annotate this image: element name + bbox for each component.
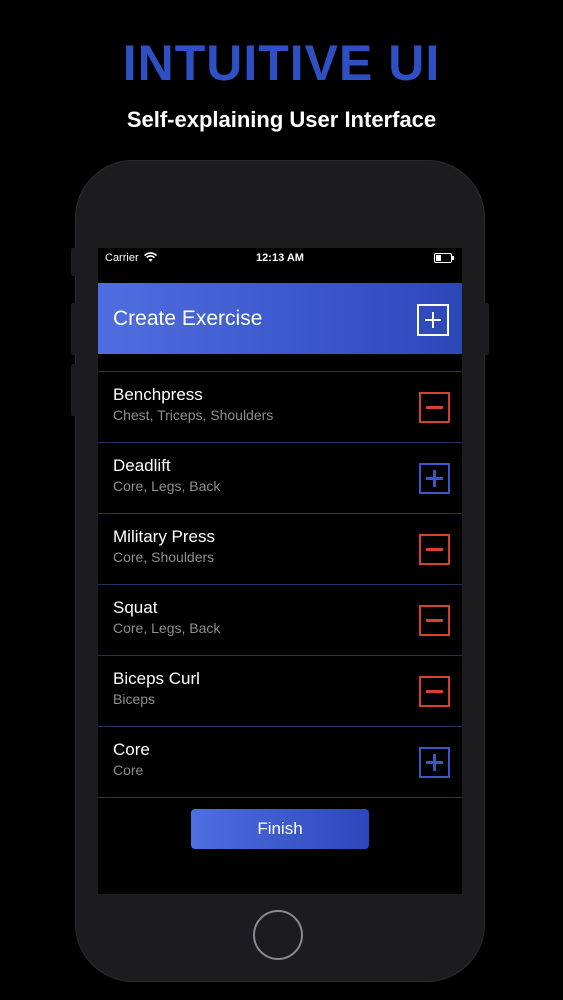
battery-icon bbox=[434, 253, 454, 263]
list-item[interactable]: Core Core bbox=[98, 727, 462, 798]
remove-exercise-button[interactable] bbox=[419, 605, 450, 636]
minus-icon bbox=[426, 619, 443, 622]
exercise-name: Military Press bbox=[113, 527, 216, 546]
add-exercise-button[interactable] bbox=[419, 463, 450, 494]
minus-icon bbox=[426, 690, 443, 693]
remove-exercise-button[interactable] bbox=[419, 676, 450, 707]
minus-icon bbox=[426, 406, 443, 409]
promo-subtitle: Self-explaining User Interface bbox=[126, 107, 437, 132]
page-title: Create Exercise bbox=[113, 307, 263, 330]
list-item[interactable]: Deadlift Core, Legs, Back bbox=[98, 443, 462, 514]
status-time: 12:13 AM bbox=[256, 252, 304, 264]
exercise-muscles: Biceps bbox=[113, 691, 156, 707]
exercise-muscles: Core bbox=[113, 762, 144, 778]
status-bar: Carrier 12:13 AM bbox=[98, 248, 462, 268]
exercise-list: Benchpress Chest, Triceps, Shoulders Deadl… bbox=[98, 371, 462, 798]
plus-icon-vertical bbox=[433, 754, 436, 771]
finish-button[interactable]: Finish bbox=[191, 809, 369, 849]
create-exercise-header: Create Exercise bbox=[98, 283, 462, 354]
minus-icon bbox=[426, 548, 443, 551]
add-exercise-button[interactable] bbox=[419, 747, 450, 778]
list-item[interactable]: Military Press Core, Shoulders bbox=[98, 514, 462, 585]
exercise-muscles: Chest, Triceps, Shoulders bbox=[113, 407, 274, 423]
exercise-muscles: Core, Legs, Back bbox=[113, 478, 221, 494]
promo-title: INTUITIVE UI bbox=[122, 35, 441, 91]
exercise-name: Deadlift bbox=[113, 456, 171, 475]
exercise-name: Benchpress bbox=[113, 385, 203, 404]
list-item[interactable]: Squat Core, Legs, Back bbox=[98, 585, 462, 656]
remove-exercise-button[interactable] bbox=[419, 534, 450, 565]
exercise-name: Squat bbox=[113, 598, 158, 617]
remove-exercise-button[interactable] bbox=[419, 392, 450, 423]
phone-mute-switch bbox=[71, 248, 76, 276]
exercise-muscles: Core, Shoulders bbox=[113, 549, 215, 565]
exercise-name: Biceps Curl bbox=[113, 669, 200, 688]
exercise-muscles: Core, Legs, Back bbox=[113, 620, 221, 636]
list-item[interactable]: Benchpress Chest, Triceps, Shoulders bbox=[98, 372, 462, 443]
app-screen: Carrier 12:13 AM Create Exercise Benchpr… bbox=[98, 248, 462, 894]
phone-volume-up bbox=[71, 303, 76, 355]
plus-icon-vertical bbox=[433, 470, 436, 487]
exercise-name: Core bbox=[113, 740, 150, 759]
list-item[interactable]: Biceps Curl Biceps bbox=[98, 656, 462, 727]
plus-icon-v bbox=[432, 312, 434, 328]
phone-power-button bbox=[484, 303, 489, 355]
home-button[interactable] bbox=[253, 910, 303, 960]
phone-volume-down bbox=[71, 364, 76, 416]
create-exercise-add-button[interactable] bbox=[417, 304, 449, 336]
